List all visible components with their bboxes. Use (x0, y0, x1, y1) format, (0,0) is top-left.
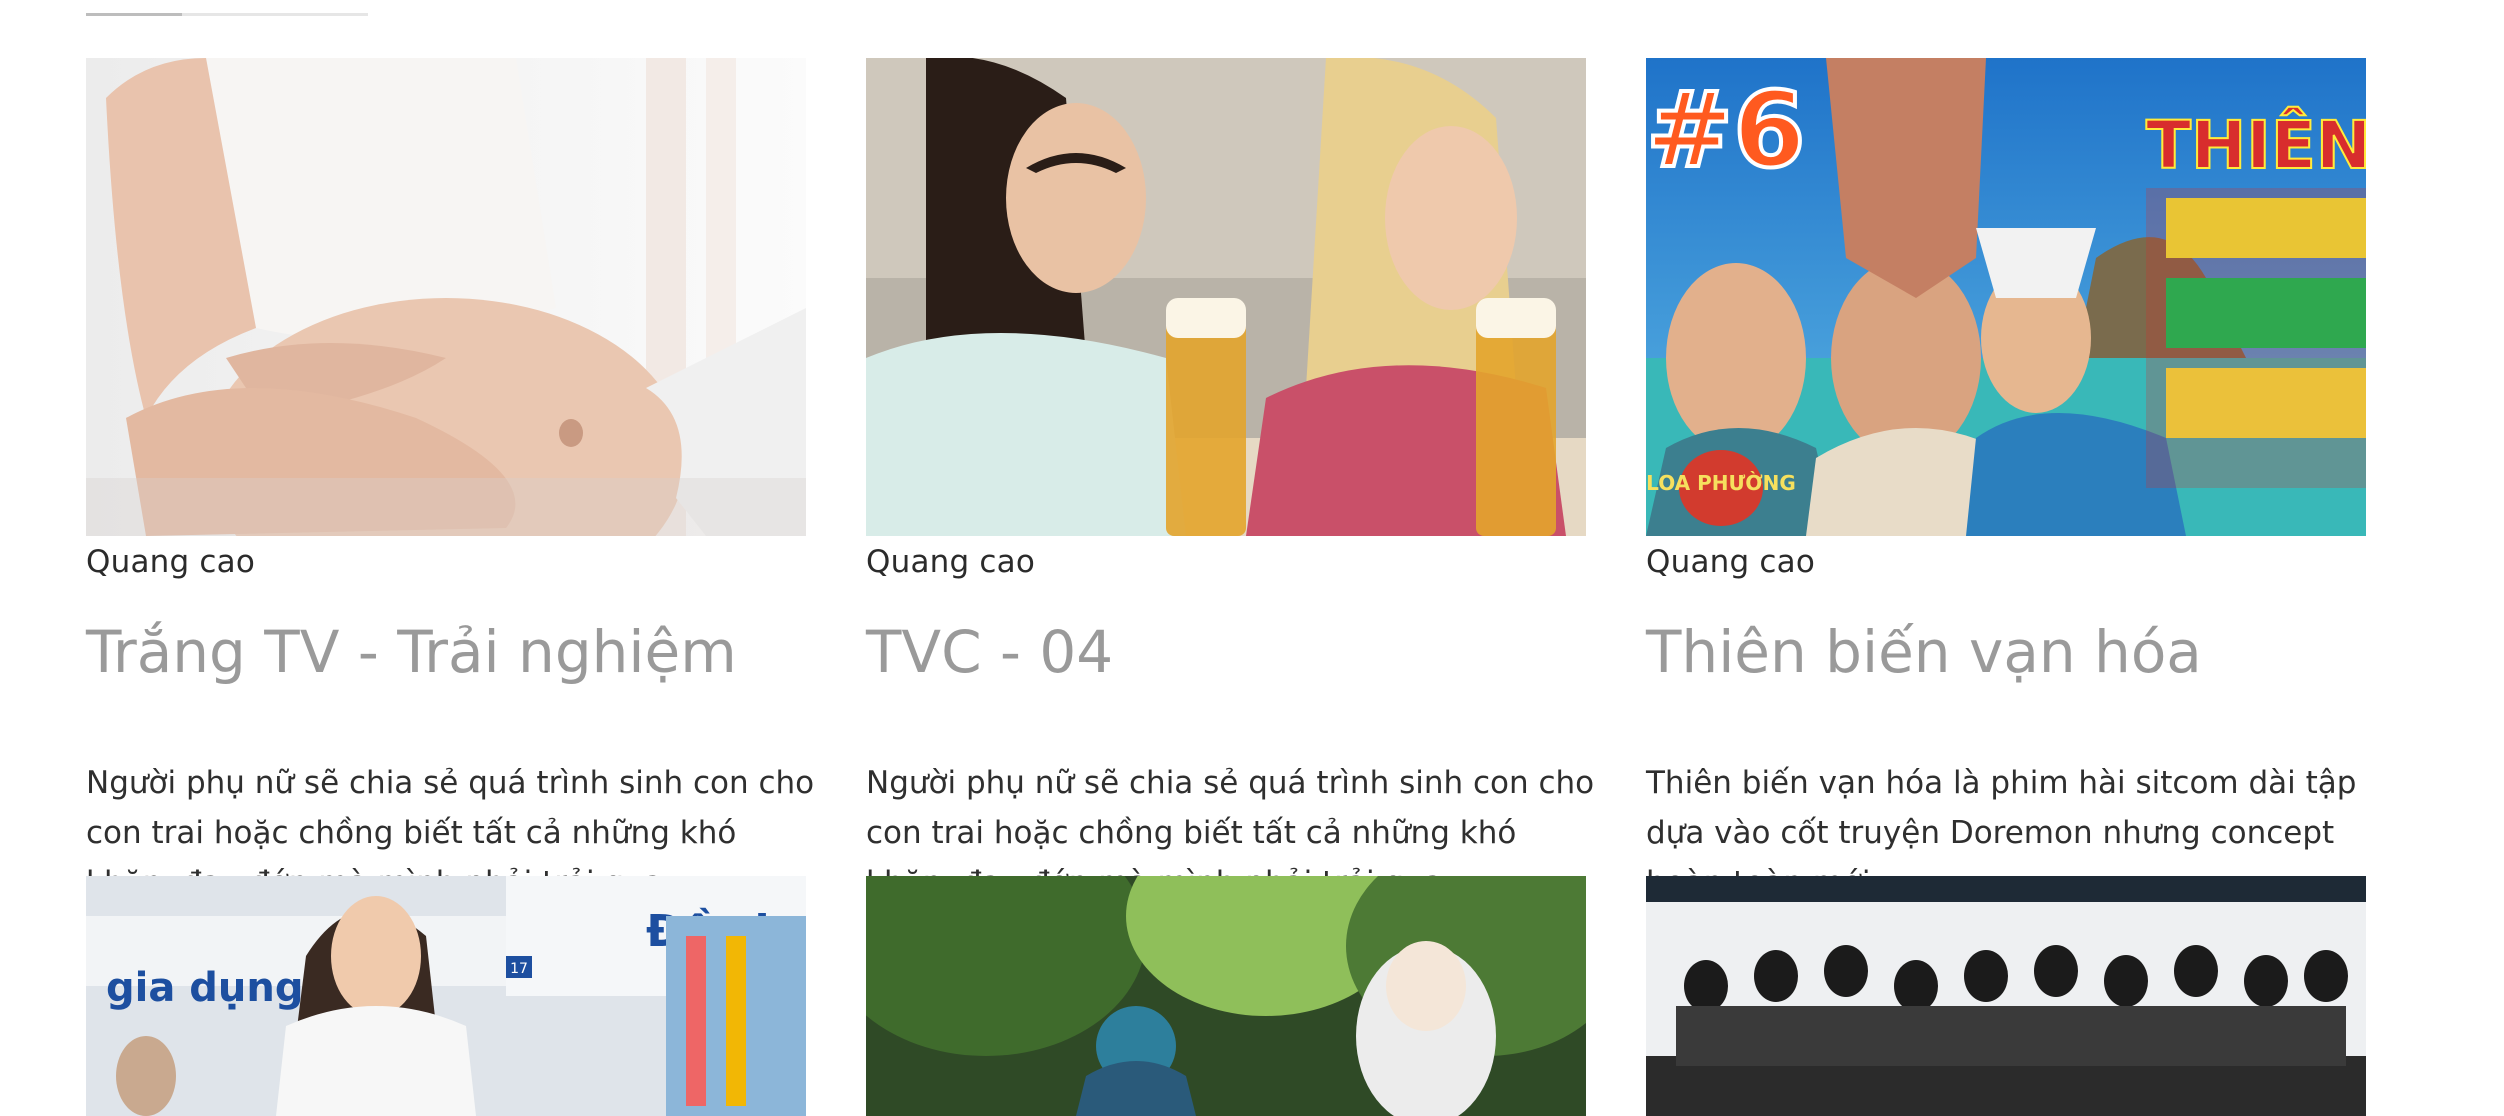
episode-number: #6 (1646, 69, 1806, 191)
forest-old-man-photo[interactable] (866, 876, 1586, 1116)
store-sign-text-2: gia dụng (106, 965, 303, 1011)
category-label: Quang cao (86, 544, 256, 580)
aisle-number: 17 (510, 961, 528, 977)
logo-text: LOA PHƯỜNG (1646, 471, 1796, 495)
group-photo[interactable] (1646, 876, 2366, 1116)
video-title[interactable]: Thiên biến vạn hóa (1646, 618, 2202, 686)
pregnant-belly-photo[interactable] (86, 58, 806, 536)
video-title[interactable]: TVC - 04 (866, 618, 1113, 686)
poster-title-text: THIÊN BIẾN VẠN HOÁ (2146, 98, 2366, 184)
video-title[interactable]: Trắng TV - Trải nghiệm (86, 618, 737, 686)
carousel-progress-track (86, 13, 368, 16)
carousel-progress-fill (86, 13, 182, 16)
supermarket-photo[interactable]: Đồ ch gia dụng 17 (86, 876, 806, 1116)
sitcom-poster-photo[interactable]: LOA PHƯỜNG #6 THIÊN BIẾN VẠN HOÁ (1646, 58, 2366, 536)
category-label: Quang cao (1646, 544, 1816, 580)
women-beer-photo[interactable] (866, 58, 1586, 536)
category-label: Quang cao (866, 544, 1036, 580)
